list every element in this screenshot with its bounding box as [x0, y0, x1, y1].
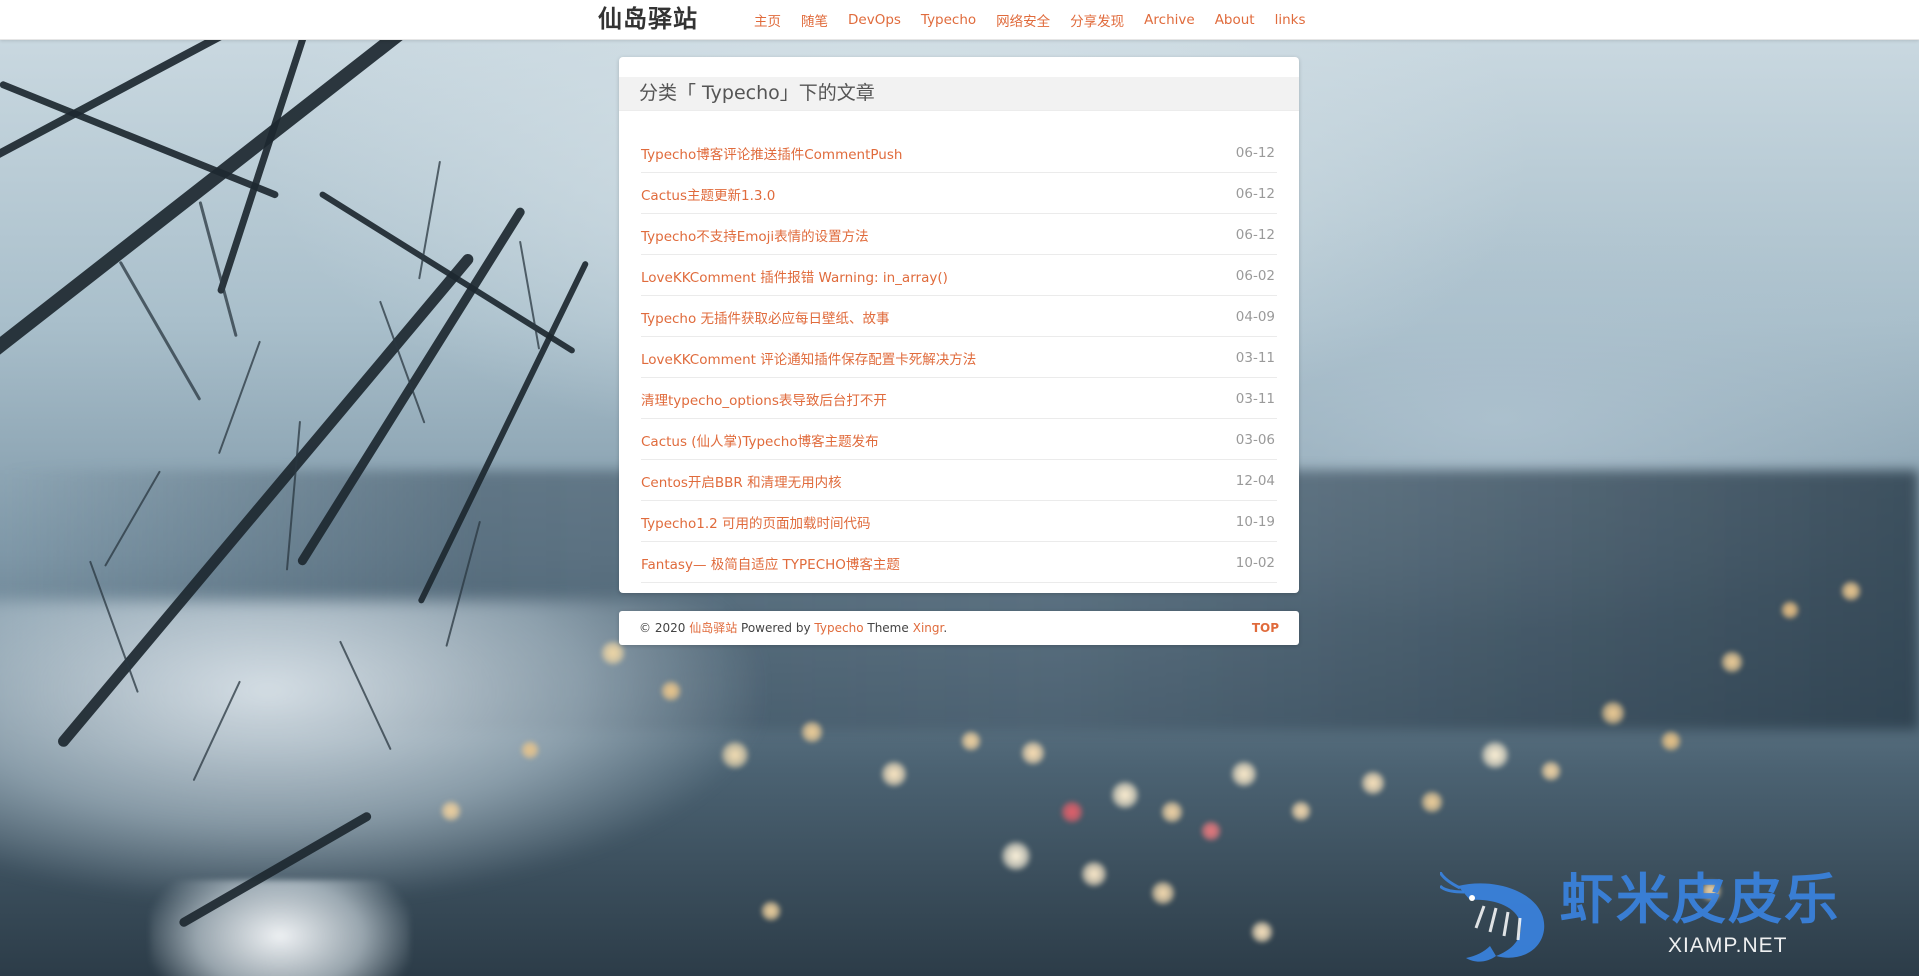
background-bokeh-light	[800, 720, 824, 744]
background-twig	[118, 260, 202, 401]
post-date: 04-09	[1235, 308, 1275, 325]
shrimp-logo-icon	[1440, 872, 1545, 962]
nav-item-home[interactable]: 主页	[754, 10, 781, 30]
post-date: 03-11	[1235, 390, 1275, 407]
post-date: 06-02	[1235, 267, 1275, 284]
footer-period: .	[943, 621, 948, 635]
nav-item-notes[interactable]: 随笔	[801, 10, 828, 30]
background-bokeh-light	[1540, 760, 1562, 782]
category-card: 分类「 Typecho」下的文章 Typecho博客评论推送插件CommentP…	[619, 57, 1299, 593]
post-date: 12-04	[1235, 472, 1275, 489]
list-item: Typecho不支持Emoji表情的设置方法 06-12	[641, 215, 1277, 255]
footer-site-link[interactable]: 仙岛驿站	[689, 621, 737, 635]
footer-powered-by: Powered by	[741, 621, 811, 635]
back-to-top-button[interactable]: TOP	[1252, 611, 1279, 645]
footer-typecho-link[interactable]: Typecho	[814, 621, 863, 635]
nav-item-archive[interactable]: Archive	[1144, 12, 1195, 28]
post-date: 06-12	[1235, 226, 1275, 243]
list-item: Fantasy— 极简自适应 TYPECHO博客主题 10-02	[641, 543, 1277, 583]
post-title-link[interactable]: Cactus主题更新1.3.0	[641, 184, 775, 204]
main-nav: 主页 随笔 DevOps Typecho 网络安全 分享发现 Archive A…	[754, 0, 1326, 39]
list-item: LoveKKComment 评论通知插件保存配置卡死解决方法 03-11	[641, 338, 1277, 378]
background-bokeh-light	[760, 900, 782, 922]
nav-item-about[interactable]: About	[1215, 12, 1255, 28]
background-bokeh-light	[1200, 820, 1222, 842]
footer-theme-link[interactable]: Xingr	[913, 621, 944, 635]
background-bokeh-light	[880, 760, 908, 788]
post-list: Typecho博客评论推送插件CommentPush 06-12 Cactus主…	[641, 133, 1277, 584]
list-item: Centos开启BBR 和清理无用内核 12-04	[641, 461, 1277, 501]
background-bokeh-light	[1420, 790, 1444, 814]
background-twig	[198, 201, 238, 338]
nav-item-security[interactable]: 网络安全	[996, 10, 1050, 30]
background-bokeh-light	[520, 740, 540, 760]
list-item: 清理typecho_options表导致后台打不开 03-11	[641, 379, 1277, 419]
post-title-link[interactable]: LoveKKComment 插件报错 Warning: in_array()	[641, 266, 948, 286]
background-snow	[0, 600, 760, 900]
nav-item-devops[interactable]: DevOps	[848, 12, 901, 28]
nav-item-typecho[interactable]: Typecho	[921, 12, 976, 28]
background-branch	[0, 80, 280, 200]
background-bokeh-light	[1230, 760, 1258, 788]
post-title-link[interactable]: Typecho博客评论推送插件CommentPush	[641, 143, 902, 163]
watermark-title: 虾米皮皮乐	[1560, 868, 1840, 931]
footer-copyright: © 2020	[639, 621, 686, 635]
background-snow-clump	[150, 880, 410, 976]
background-bokeh-light	[1720, 650, 1744, 674]
post-title-link[interactable]: 清理typecho_options表导致后台打不开	[641, 389, 887, 409]
post-title-link[interactable]: Typecho1.2 可用的页面加载时间代码	[641, 512, 871, 532]
post-date: 03-11	[1235, 349, 1275, 366]
post-title-link[interactable]: Centos开启BBR 和清理无用内核	[641, 471, 842, 491]
background-bokeh-light	[960, 730, 982, 752]
background-bokeh-light	[1600, 700, 1626, 726]
background-bokeh-light	[1360, 770, 1386, 796]
background-bokeh-light	[720, 740, 750, 770]
background-bokeh-light	[660, 680, 682, 702]
watermark: 虾米皮皮乐 XIAMP.NET	[1440, 868, 1910, 968]
post-title-link[interactable]: LoveKKComment 评论通知插件保存配置卡死解决方法	[641, 348, 976, 368]
post-date: 03-06	[1235, 431, 1275, 448]
top-navbar: 仙岛驿站 主页 随笔 DevOps Typecho 网络安全 分享发现 Arch…	[0, 0, 1919, 40]
background-bokeh-light	[1480, 740, 1510, 770]
background-bokeh-light	[1160, 800, 1184, 824]
post-date: 06-12	[1235, 185, 1275, 202]
post-date: 10-19	[1235, 513, 1275, 530]
post-title-link[interactable]: Typecho 无插件获取必应每日壁纸、故事	[641, 307, 890, 327]
background-bokeh-light	[440, 800, 462, 822]
footer-credits: © 2020 仙岛驿站 Powered by Typecho Theme Xing…	[639, 611, 947, 645]
list-item: Cactus (仙人掌)Typecho博客主题发布 03-06	[641, 420, 1277, 460]
background-bokeh-light	[1110, 780, 1140, 810]
background-twig	[218, 340, 261, 455]
page-title: 分类「 Typecho」下的文章	[619, 77, 1299, 111]
list-item: Cactus主题更新1.3.0 06-12	[641, 174, 1277, 214]
post-date: 06-12	[1235, 144, 1275, 161]
post-title-link[interactable]: Fantasy— 极简自适应 TYPECHO博客主题	[641, 553, 900, 573]
background-bokeh-light	[1150, 880, 1176, 906]
post-date: 10-02	[1235, 554, 1275, 571]
background-bokeh-light	[1080, 860, 1108, 888]
background-bokeh-light	[1290, 800, 1312, 822]
background-bokeh-light	[1780, 600, 1800, 620]
list-item: Typecho博客评论推送插件CommentPush 06-12	[641, 133, 1277, 173]
background-twig	[519, 240, 541, 350]
site-footer: © 2020 仙岛驿站 Powered by Typecho Theme Xing…	[619, 611, 1299, 645]
watermark-subtitle: XIAMP.NET	[1668, 934, 1788, 957]
post-title-link[interactable]: Typecho不支持Emoji表情的设置方法	[641, 225, 869, 245]
footer-theme-label: Theme	[867, 621, 909, 635]
list-item: Typecho 无插件获取必应每日壁纸、故事 04-09	[641, 297, 1277, 337]
background-bokeh-light	[1000, 840, 1032, 872]
nav-item-share[interactable]: 分享发现	[1070, 10, 1124, 30]
nav-item-links[interactable]: links	[1275, 12, 1306, 28]
post-title-link[interactable]: Cactus (仙人掌)Typecho博客主题发布	[641, 430, 879, 450]
background-bokeh-light	[1660, 730, 1682, 752]
background-bokeh-light	[1060, 800, 1084, 824]
site-brand[interactable]: 仙岛驿站	[598, 4, 698, 34]
background-bokeh-light	[1020, 740, 1046, 766]
background-bokeh-light	[1840, 580, 1862, 602]
background-bokeh-light	[1250, 920, 1274, 944]
list-item: LoveKKComment 插件报错 Warning: in_array() 0…	[641, 256, 1277, 296]
list-item: Typecho1.2 可用的页面加载时间代码 10-19	[641, 502, 1277, 542]
